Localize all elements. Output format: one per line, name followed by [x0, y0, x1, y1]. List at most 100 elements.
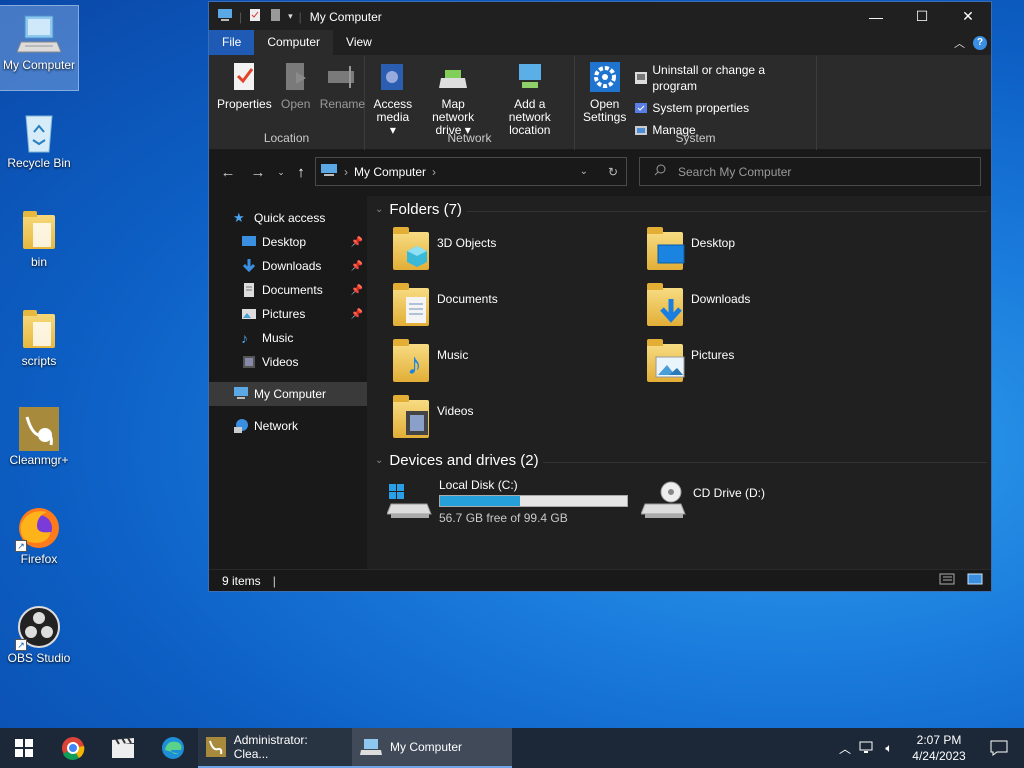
breadcrumb-separator-icon: ›	[432, 164, 437, 179]
nav-quick-access[interactable]: ★ Quick access	[209, 206, 367, 230]
minimize-button[interactable]: —	[853, 2, 899, 31]
properties-quick-icon[interactable]	[248, 8, 262, 25]
nav-item-downloads[interactable]: Downloads 📌	[209, 254, 367, 278]
folder-item-pictures[interactable]: Pictures	[645, 339, 885, 392]
pin-icon[interactable]: 📌	[351, 285, 363, 296]
volume-icon[interactable]: 🔈︎	[878, 741, 900, 756]
nav-label: My Computer	[254, 387, 327, 401]
search-box[interactable]: Search My Computer	[639, 157, 981, 186]
folder-icon	[17, 209, 61, 253]
drive-item-local-disk[interactable]: Local Disk (C:) 56.7 GB free of 99.4 GB	[386, 478, 637, 530]
desktop-icon-firefox[interactable]: ↗ Firefox	[0, 500, 78, 584]
downloads-folder-icon	[645, 283, 685, 328]
nav-label: Pictures	[262, 307, 306, 321]
show-hidden-icons-icon[interactable]: ︿	[834, 740, 856, 757]
desktop-icon-bin[interactable]: bin	[0, 203, 78, 287]
address-bar[interactable]: › My Computer › ⌄ ↻	[315, 157, 627, 186]
details-view-icon[interactable]	[939, 573, 955, 588]
shortcut-arrow-icon: ↗	[15, 540, 27, 552]
nav-my-computer[interactable]: My Computer	[209, 382, 367, 406]
properties-label: Properties	[217, 97, 272, 111]
up-arrow-icon[interactable]: ↑	[289, 164, 313, 181]
pin-icon[interactable]: 📌	[351, 237, 363, 248]
taskbar-chrome[interactable]	[48, 728, 98, 768]
folder-item-3d-objects[interactable]: 3D Objects	[391, 227, 631, 280]
desktop-icon-label: My Computer	[2, 58, 76, 72]
music-folder-icon: ♪	[391, 339, 431, 384]
folder-item-desktop[interactable]: Desktop	[645, 227, 885, 280]
rename-quick-icon[interactable]	[268, 8, 282, 25]
nav-item-pictures[interactable]: Pictures 📌	[209, 302, 367, 326]
nav-item-videos[interactable]: Videos	[209, 350, 367, 374]
desktop-icon-scripts[interactable]: scripts	[0, 302, 78, 386]
desktop-icon-cleanmgr[interactable]: Cleanmgr+	[0, 401, 78, 485]
taskbar-edge[interactable]	[148, 728, 198, 768]
network-status-icon[interactable]	[856, 740, 878, 757]
nav-network[interactable]: Network	[209, 414, 367, 438]
title-bar[interactable]: | ▾ | My Computer — ☐ ✕	[209, 2, 991, 31]
drives-section-header[interactable]: ⌄ Devices and drives (2)	[375, 452, 987, 469]
pin-icon[interactable]: 📌	[351, 261, 363, 272]
folder-item-downloads[interactable]: Downloads	[645, 283, 885, 336]
item-count: 9 items	[222, 573, 261, 588]
group-label-network: Network	[447, 131, 492, 145]
uninstall-program-button[interactable]: Uninstall or change a program	[634, 62, 812, 94]
folders-section-header[interactable]: ⌄ Folders (7)	[375, 201, 987, 218]
close-button[interactable]: ✕	[945, 2, 991, 31]
breadcrumb-my-computer[interactable]: My Computer	[354, 165, 426, 179]
notification-center-icon[interactable]	[974, 740, 1024, 756]
drive-name: CD Drive (D:)	[693, 486, 765, 500]
refresh-icon[interactable]: ↻	[608, 165, 618, 179]
nav-item-documents[interactable]: Documents 📌	[209, 278, 367, 302]
nav-item-music[interactable]: ♪ Music	[209, 326, 367, 350]
recent-locations-icon[interactable]: ⌄	[273, 167, 289, 178]
taskbar-app-cleanmgr[interactable]: Administrator: Clea...	[198, 728, 352, 768]
open-label: Open	[281, 97, 311, 111]
nav-item-desktop[interactable]: Desktop 📌	[209, 230, 367, 254]
folder-label: Downloads	[691, 292, 751, 306]
help-icon[interactable]: ?	[973, 36, 987, 50]
desktop-icon-obs[interactable]: ↗ OBS Studio	[0, 599, 78, 683]
forward-arrow-icon[interactable]: →	[243, 164, 273, 181]
address-dropdown-icon[interactable]: ⌄	[580, 166, 588, 177]
back-arrow-icon[interactable]: ←	[213, 164, 243, 181]
cleanmgr-icon	[206, 737, 226, 757]
folder-label: Documents	[437, 292, 498, 306]
desktop-folder-icon	[645, 227, 685, 272]
pictures-folder-icon	[645, 339, 685, 384]
desktop-icon-label: scripts	[21, 354, 57, 368]
large-icons-view-icon[interactable]	[967, 573, 983, 588]
customize-quick-access-icon[interactable]: ▾	[288, 11, 293, 22]
taskbar-clapper[interactable]	[98, 728, 148, 768]
window-title: My Computer	[309, 9, 382, 24]
windows-drive-icon	[386, 478, 433, 522]
search-input[interactable]: Search My Computer	[678, 165, 791, 179]
desktop-icon-label: Firefox	[20, 552, 58, 566]
desktop-icon-my-computer[interactable]: My Computer	[0, 5, 79, 91]
collapse-ribbon-icon[interactable]: ︿	[954, 35, 965, 51]
folder-label: 3D Objects	[437, 236, 497, 250]
system-properties-button[interactable]: System properties	[634, 100, 812, 116]
ribbon: Properties Open Rename Location Access m…	[209, 56, 991, 150]
folder-item-music[interactable]: ♪ Music	[391, 339, 631, 392]
maximize-button[interactable]: ☐	[899, 2, 945, 31]
tab-view[interactable]: View	[333, 30, 385, 55]
drive-usage-bar	[439, 495, 628, 507]
folder-item-videos[interactable]: Videos	[391, 395, 631, 448]
drive-item-cd-drive[interactable]: CD Drive (D:)	[640, 478, 881, 530]
video-film-icon	[241, 354, 257, 370]
uninstall-label: Uninstall or change a program	[652, 63, 766, 93]
clock-time: 2:07 PM	[916, 733, 962, 747]
desktop-icon-recycle-bin[interactable]: Recycle Bin	[0, 104, 78, 188]
start-button[interactable]	[0, 728, 48, 768]
nav-label: Documents	[262, 283, 323, 297]
computer-icon	[233, 386, 249, 402]
taskbar-app-my-computer[interactable]: My Computer	[352, 728, 512, 768]
folder-item-documents[interactable]: Documents	[391, 283, 631, 336]
tab-file[interactable]: File	[209, 30, 255, 55]
clock[interactable]: 2:07 PM 4/24/2023	[904, 732, 974, 764]
drive-usage-fill	[440, 496, 521, 506]
pin-icon[interactable]: 📌	[351, 309, 363, 320]
ribbon-group-system: Open Settings Uninstall or change a prog…	[575, 56, 817, 150]
tab-computer[interactable]: Computer	[254, 30, 334, 55]
